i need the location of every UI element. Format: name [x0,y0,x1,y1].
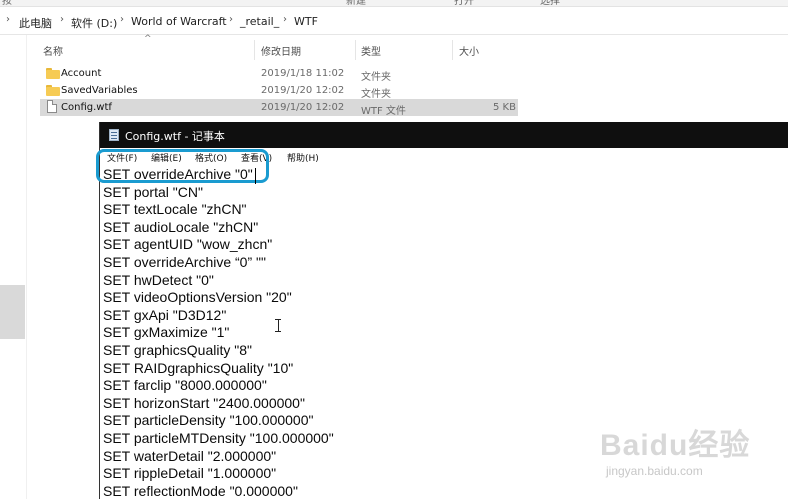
menu-bar: 文件(F) 编辑(E) 格式(O) 查看(V) 帮助(H) [100,148,788,166]
breadcrumb-item[interactable]: 此电脑 [19,15,52,31]
ribbon-item[interactable]: 打开 [454,0,474,7]
text-line: SET gxMaximize "1" [103,324,230,341]
text-line: SET particleDensity "100.000000" [103,412,314,429]
folder-icon [46,85,60,96]
sort-ascending-icon: ^ [144,34,152,44]
file-size: 5 KB [493,102,516,113]
file-row-config[interactable]: Config.wtf 2019/1/20 12:02 WTF 文件 5 KB [40,99,518,117]
text-line: SET reflectionMode "0.000000" [103,482,298,499]
navigation-pane[interactable] [0,35,27,499]
breadcrumb-item[interactable]: World of Warcraft [131,15,227,28]
file-name: SavedVariables [61,85,138,96]
column-header-size[interactable]: 大小 [459,43,479,58]
folder-icon [46,68,60,79]
ribbon-strip: 按 新建 打开 选择 [0,0,788,7]
text-line: SET rippleDetail "1.000000" [103,465,277,482]
watermark-brand: Baidu经验 [600,429,751,462]
ribbon-item[interactable]: 选择 [540,0,560,7]
text-line: SET videoOptionsVersion "20" [103,289,292,306]
breadcrumb-item[interactable]: 软件 (D:) [71,15,117,31]
text-line: SET overrideArchive “0” "" [103,254,266,270]
file-type: 文件夹 [361,72,391,83]
file-date: 2019/1/18 11:02 [261,68,345,79]
ribbon-item[interactable]: 按 [2,0,12,7]
chevron-right-icon: › [283,14,287,25]
text-line: SET hwDetect "0" [103,271,214,288]
title-bar[interactable]: Config.wtf - 记事本 [100,122,788,148]
file-date: 2019/1/20 12:02 [261,85,345,96]
address-bar[interactable]: › 此电脑 › 软件 (D:) › World of Warcraft › _r… [0,8,788,35]
watermark: Baidu经验 jingyan.baidu.com [600,420,760,490]
text-line: SET portal "CN" [103,183,203,200]
watermark-url: jingyan.baidu.com [606,464,703,478]
text-line: SET particleMTDensity "100.000000" [103,430,334,446]
ibeam-cursor-icon [275,319,281,332]
column-header-date[interactable]: 修改日期 [261,43,301,58]
menu-format[interactable]: 格式(O) [195,151,227,164]
text-line: SET waterDetail "2.000000" [103,447,277,464]
menu-help[interactable]: 帮助(H) [287,151,319,164]
file-row-account[interactable]: Account 2019/1/18 11:02 文件夹 [40,65,518,83]
column-divider[interactable] [355,40,356,60]
text-line: SET textLocale "zhCN" [103,201,247,218]
text-line: SET agentUID "wow_zhcn" [103,236,273,253]
window-title: Config.wtf - 记事本 [125,130,225,143]
file-date: 2019/1/20 12:02 [261,102,345,113]
notepad-icon [109,129,119,141]
chevron-right-icon: › [6,14,10,25]
text-line: SET RAIDgraphicsQuality "10" [103,359,294,376]
chevron-right-icon: › [60,14,64,25]
text-caret [255,168,256,184]
column-header-name[interactable]: 名称 [43,43,63,58]
ribbon-item[interactable]: 新建 [346,0,366,7]
navigation-selected-item[interactable] [0,285,25,339]
file-row-savedvariables[interactable]: SavedVariables 2019/1/20 12:02 文件夹 [40,82,518,100]
menu-file[interactable]: 文件(F) [107,151,137,164]
text-line: SET graphicsQuality "8" [103,342,252,358]
file-name: Account [61,68,102,79]
breadcrumb-item[interactable]: _retail_ [240,15,279,28]
text-line: SET audioLocale "zhCN" [103,218,259,235]
column-header-type[interactable]: 类型 [361,43,381,58]
breadcrumb-item[interactable]: WTF [294,15,318,28]
file-name: Config.wtf [61,102,112,113]
text-line: SET overrideArchive "0" [103,166,253,182]
file-type: WTF 文件 [361,106,406,117]
menu-view[interactable]: 查看(V) [241,151,272,164]
column-divider[interactable] [254,40,255,60]
file-type: 文件夹 [361,89,391,100]
text-line: SET gxApi "D3D12" [103,306,227,323]
chevron-right-icon: › [229,14,233,25]
text-line: SET farclip "8000.000000" [103,377,267,394]
menu-edit[interactable]: 编辑(E) [151,151,182,164]
text-line: SET horizonStart "2400.000000" [103,394,305,411]
column-divider[interactable] [452,40,453,60]
chevron-right-icon: › [120,14,124,25]
document-icon [47,100,57,113]
